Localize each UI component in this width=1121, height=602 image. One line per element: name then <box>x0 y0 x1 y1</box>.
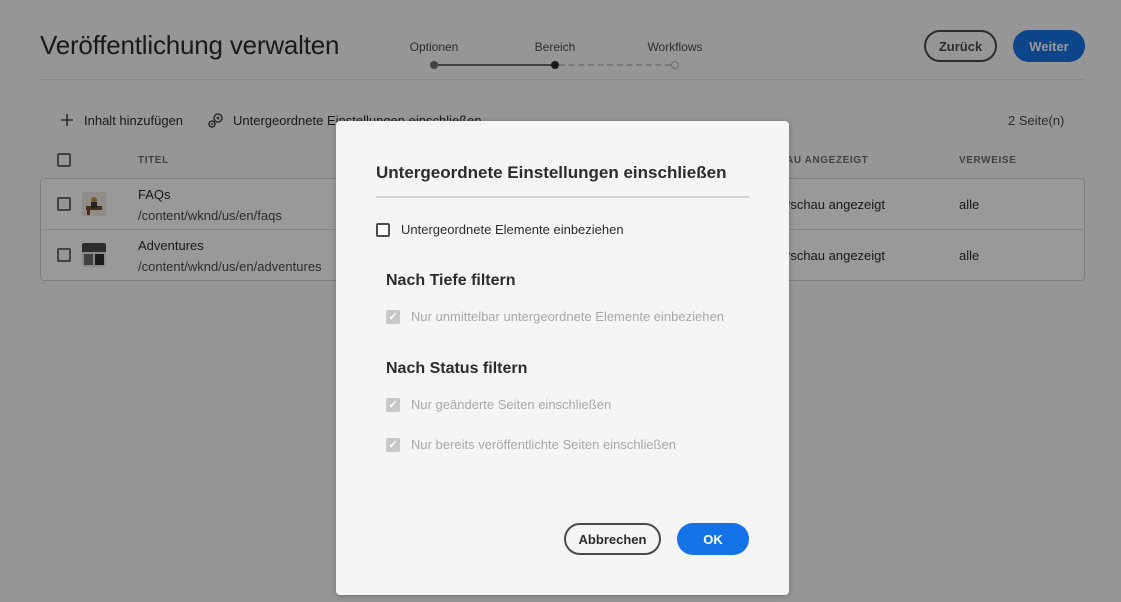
checkmark-icon: ✓ <box>386 397 400 412</box>
filter-by-status-heading: Nach Status filtern <box>386 360 528 377</box>
dialog-title: Untergeordnete Einstellungen einschließe… <box>376 163 727 182</box>
direct-children-only-label: Nur unmittelbar untergeordnete Elemente … <box>411 309 724 324</box>
checkbox-box[interactable] <box>376 222 390 237</box>
published-pages-only-label: Nur bereits veröffentlichte Seiten einsc… <box>411 437 676 452</box>
dialog-title-divider <box>376 196 749 198</box>
include-children-checkbox[interactable]: Untergeordnete Elemente einbeziehen <box>376 222 624 237</box>
published-pages-only-checkbox[interactable]: ✓ Nur bereits veröffentlichte Seiten ein… <box>386 437 676 452</box>
include-children-label: Untergeordnete Elemente einbeziehen <box>401 222 624 237</box>
modified-pages-only-label: Nur geänderte Seiten einschließen <box>411 397 612 412</box>
checkmark-icon: ✓ <box>386 437 400 452</box>
include-children-settings-dialog: Untergeordnete Einstellungen einschließe… <box>336 121 789 595</box>
checkmark-icon: ✓ <box>386 309 400 324</box>
modified-pages-only-checkbox[interactable]: ✓ Nur geänderte Seiten einschließen <box>386 397 611 412</box>
direct-children-only-checkbox[interactable]: ✓ Nur unmittelbar untergeordnete Element… <box>386 309 724 324</box>
filter-by-depth-heading: Nach Tiefe filtern <box>386 272 516 289</box>
cancel-button[interactable]: Abbrechen <box>564 523 661 555</box>
ok-button[interactable]: OK <box>677 523 749 555</box>
